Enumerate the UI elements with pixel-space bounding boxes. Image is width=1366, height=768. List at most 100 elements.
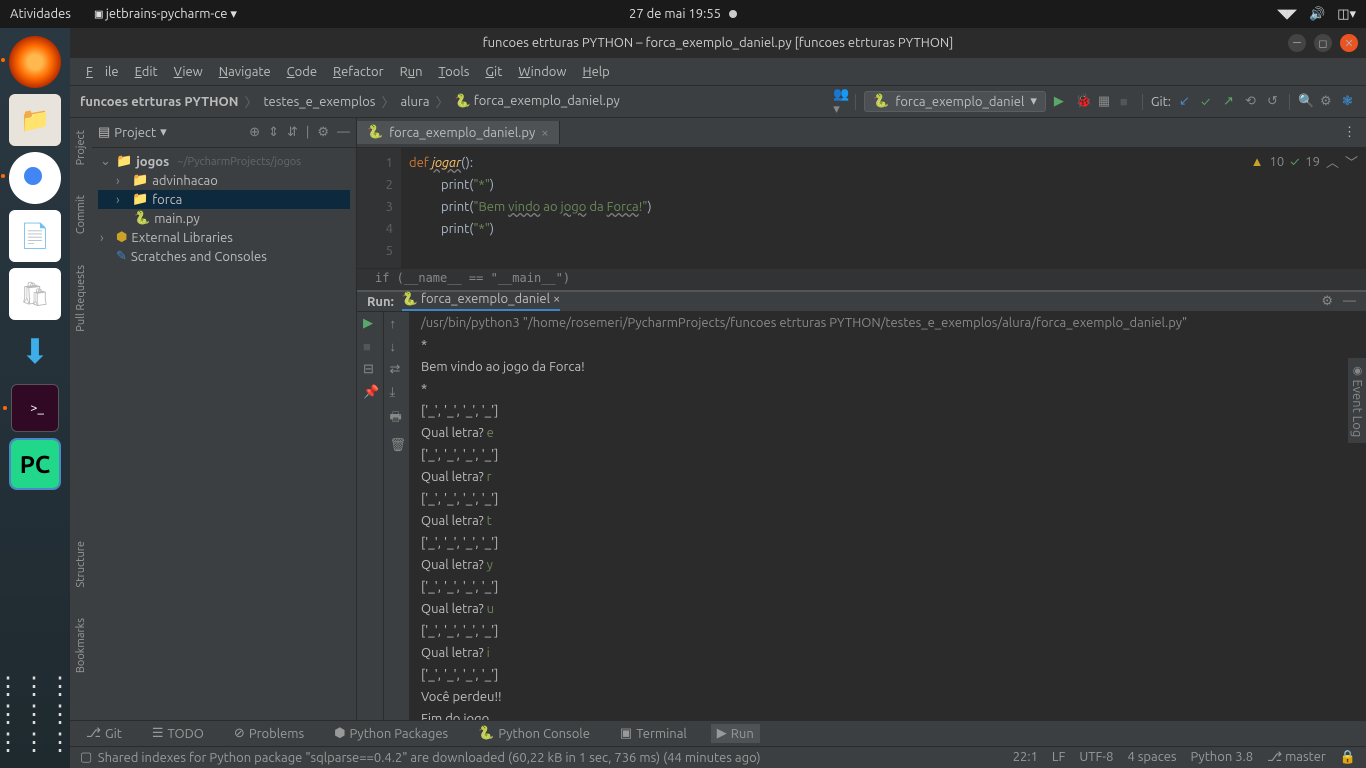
firefox-icon[interactable] bbox=[9, 36, 61, 88]
menu-file[interactable]: File bbox=[80, 63, 125, 81]
search-icon[interactable]: 🔍 bbox=[1298, 94, 1312, 109]
layout-icon[interactable]: ⊟ bbox=[363, 362, 377, 377]
up-icon[interactable]: ↑ bbox=[390, 316, 404, 331]
coverage-icon[interactable]: ▦ bbox=[1098, 94, 1112, 109]
files-icon[interactable]: 📁 bbox=[9, 94, 61, 146]
chrome-icon[interactable] bbox=[9, 152, 61, 204]
tab-todo[interactable]: ☰ TODO bbox=[146, 724, 210, 743]
menu-run[interactable]: Run bbox=[394, 63, 429, 81]
tab-terminal[interactable]: ▣ Terminal bbox=[614, 724, 693, 743]
run-hide-icon[interactable]: — bbox=[1343, 294, 1356, 309]
menu-navigate[interactable]: Navigate bbox=[213, 63, 277, 81]
clock[interactable]: 27 de mai 19:55 bbox=[629, 7, 721, 21]
tab-python-packages[interactable]: ⬢ Python Packages bbox=[328, 724, 454, 743]
close-button[interactable]: ✕ bbox=[1340, 34, 1358, 52]
menu-git[interactable]: Git bbox=[479, 63, 508, 81]
stop-icon[interactable]: ■ bbox=[1120, 94, 1134, 109]
editor-tab[interactable]: 🐍 forca_exemplo_daniel.py × bbox=[357, 121, 560, 144]
console-output[interactable]: /usr/bin/python3 "/home/rosemeri/Pycharm… bbox=[409, 312, 1366, 720]
run-config-selector[interactable]: 🐍 forca_exemplo_daniel ▾ bbox=[864, 91, 1046, 112]
status-indent[interactable]: 4 spaces bbox=[1127, 750, 1176, 765]
expand-icon[interactable]: ⇕ bbox=[268, 125, 279, 140]
tab-problems[interactable]: ⊘ Problems bbox=[228, 724, 310, 743]
run-label: Run: bbox=[367, 295, 394, 309]
debug-icon[interactable]: 🐞 bbox=[1076, 94, 1090, 109]
code-editor[interactable]: 12345 def jogar(): print("*") print("Bem… bbox=[357, 148, 1366, 268]
status-bar: ▢ Shared indexes for Python package "sql… bbox=[70, 746, 1366, 768]
status-branch[interactable]: ⎇ master bbox=[1267, 750, 1326, 765]
status-message: Shared indexes for Python package "sqlpa… bbox=[98, 751, 761, 765]
tool-structure[interactable]: Structure bbox=[75, 535, 87, 594]
close-tab-icon[interactable]: × bbox=[541, 126, 548, 140]
libreoffice-writer-icon[interactable]: 📄 bbox=[9, 210, 61, 262]
volume-icon[interactable]: 🔊 bbox=[1309, 7, 1325, 22]
status-python[interactable]: Python 3.8 bbox=[1191, 750, 1254, 765]
pycharm-icon[interactable]: PC bbox=[11, 440, 59, 488]
wifi-icon[interactable]: ◥◤ bbox=[1277, 7, 1297, 22]
menu-help[interactable]: Help bbox=[577, 63, 616, 81]
print-icon[interactable]: 🖶 bbox=[390, 408, 404, 430]
menu-refactor[interactable]: Refactor bbox=[327, 63, 390, 81]
chevron-right-icon: 〉 bbox=[244, 92, 257, 111]
trash-icon[interactable]: 🗑 bbox=[390, 438, 404, 453]
tab-python-console[interactable]: 🐍 Python Console bbox=[472, 724, 596, 743]
menu-window[interactable]: Window bbox=[512, 63, 572, 81]
event-log-tab[interactable]: ◉ Event Log bbox=[1348, 358, 1366, 443]
inspection-widget[interactable]: ▲10 ✓19 ︿﹀ bbox=[1251, 152, 1358, 171]
status-position[interactable]: 22:1 bbox=[1013, 750, 1038, 765]
git-rollback-icon[interactable]: ↺ bbox=[1267, 94, 1281, 109]
tool-commit[interactable]: Commit bbox=[75, 189, 87, 240]
show-apps-icon[interactable]: ⋮⋮⋮⋮⋮⋮⋮⋮⋮ bbox=[0, 672, 74, 756]
status-icon[interactable]: ▢ bbox=[80, 750, 92, 765]
menu-code[interactable]: Code bbox=[281, 63, 323, 81]
menu-tools[interactable]: Tools bbox=[433, 63, 476, 81]
pin-icon[interactable]: 📌 bbox=[363, 385, 377, 400]
project-label[interactable]: Project bbox=[114, 126, 156, 140]
terminal-icon[interactable]: >_ bbox=[11, 384, 59, 432]
tab-run[interactable]: ▶ Run bbox=[711, 724, 760, 743]
main-menu: File Edit View Navigate Code Refactor Ru… bbox=[70, 58, 1366, 86]
tab-git[interactable]: ⎇ Git bbox=[80, 724, 128, 743]
scroll-icon[interactable]: ⤓ bbox=[390, 385, 404, 400]
app-menu[interactable]: ▣ jetbrains-pycharm-ce ▾ bbox=[95, 7, 237, 22]
crumb-3[interactable]: 🐍 forca_exemplo_daniel.py bbox=[455, 94, 620, 109]
gear-icon[interactable]: ⚙ bbox=[317, 125, 329, 140]
tool-pull-requests[interactable]: Pull Requests bbox=[75, 259, 87, 338]
rerun-icon[interactable]: ▶ bbox=[363, 316, 377, 331]
learn-icon[interactable]: ❃ bbox=[1342, 94, 1356, 109]
more-icon[interactable]: ⋮ bbox=[1343, 125, 1356, 139]
hide-icon[interactable]: — bbox=[337, 125, 350, 140]
git-commit-icon[interactable]: ✓ bbox=[1201, 95, 1215, 109]
tool-bookmarks[interactable]: Bookmarks bbox=[75, 612, 87, 679]
menu-edit[interactable]: Edit bbox=[129, 63, 164, 81]
collapse-icon[interactable]: ⇵ bbox=[287, 125, 298, 140]
run-icon[interactable]: ▶ bbox=[1054, 94, 1068, 109]
battery-icon[interactable]: ◫▾ bbox=[1337, 7, 1356, 22]
download-icon[interactable]: ⬇ bbox=[9, 326, 61, 378]
git-history-icon[interactable]: ⟲ bbox=[1245, 94, 1259, 109]
software-center-icon[interactable]: 🛍 bbox=[9, 268, 61, 320]
git-push-icon[interactable]: ↗ bbox=[1223, 94, 1237, 109]
status-lineend[interactable]: LF bbox=[1052, 750, 1065, 765]
down-icon[interactable]: ↓ bbox=[390, 339, 404, 354]
users-icon[interactable]: 👥▾ bbox=[833, 87, 847, 117]
activities-button[interactable]: Atividades bbox=[10, 7, 71, 21]
crumb-0[interactable]: funcoes etrturas PYTHON bbox=[80, 95, 238, 109]
project-tree[interactable]: ⌄📁jogos~/PycharmProjects/jogos ›📁advinha… bbox=[92, 148, 356, 270]
editor-breadcrumb[interactable]: if (__name__ == "__main__") bbox=[357, 268, 1366, 290]
status-lock-icon[interactable]: 🔒 bbox=[1340, 750, 1356, 765]
locate-icon[interactable]: ⊕ bbox=[249, 125, 260, 140]
wrap-icon[interactable]: ⇄ bbox=[390, 362, 404, 377]
tool-project[interactable]: Project bbox=[75, 124, 87, 171]
crumb-2[interactable]: alura bbox=[400, 95, 429, 109]
stop-run-icon[interactable]: ■ bbox=[363, 339, 377, 354]
settings-icon[interactable]: ⚙ bbox=[1320, 94, 1334, 109]
run-settings-icon[interactable]: ⚙ bbox=[1321, 294, 1333, 309]
run-tab[interactable]: 🐍 forca_exemplo_daniel × bbox=[402, 292, 560, 311]
maximize-button[interactable]: ◻ bbox=[1314, 34, 1332, 52]
minimize-button[interactable]: ─ bbox=[1288, 34, 1306, 52]
git-update-icon[interactable]: ↙ bbox=[1179, 94, 1193, 109]
menu-view[interactable]: View bbox=[168, 63, 209, 81]
status-encoding[interactable]: UTF-8 bbox=[1079, 750, 1113, 765]
crumb-1[interactable]: testes_e_exemplos bbox=[263, 95, 375, 109]
